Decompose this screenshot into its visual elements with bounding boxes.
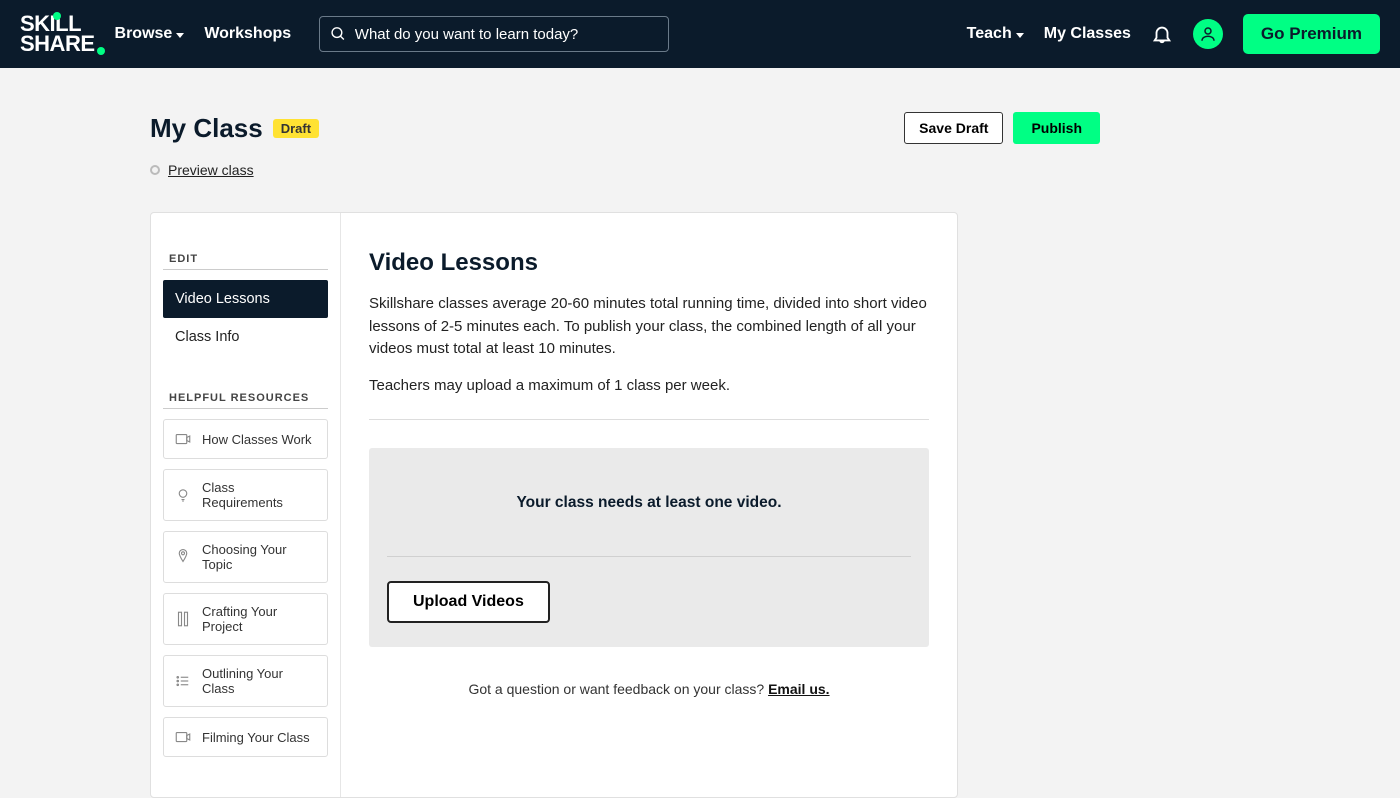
main-panel: EDIT Video Lessons Class Info HELPFUL RE… [150,212,958,798]
search-input[interactable] [355,26,658,43]
content-para-2: Teachers may upload a maximum of 1 class… [369,375,929,398]
upload-videos-button[interactable]: Upload Videos [387,581,550,623]
resource-class-requirements[interactable]: Class Requirements [163,469,328,521]
sidebar-heading-edit: EDIT [163,253,328,270]
chevron-down-icon [1016,33,1024,38]
content-para-1: Skillshare classes average 20-60 minutes… [369,293,929,361]
user-icon [1199,25,1217,43]
avatar[interactable] [1193,19,1223,49]
resource-label: Outlining Your Class [202,666,317,696]
resource-crafting-project[interactable]: Crafting Your Project [163,593,328,645]
page-title: My Class [150,113,263,144]
need-video-text: Your class needs at least one video. [387,494,911,512]
top-header: SKILLSHARE Browse Workshops Teach My Cla… [0,0,1400,68]
divider [387,556,911,557]
sidebar-item-video-lessons[interactable]: Video Lessons [163,280,328,318]
sidebar-heading-resources: HELPFUL RESOURCES [163,392,328,409]
nav-my-classes-label: My Classes [1044,25,1131,43]
ruler-icon [174,610,192,628]
eye-icon [150,165,160,175]
resource-outlining-class[interactable]: Outlining Your Class [163,655,328,707]
question-row: Got a question or want feedback on your … [369,681,929,697]
lightbulb-icon [174,486,192,504]
question-text: Got a question or want feedback on your … [468,681,768,697]
go-premium-button[interactable]: Go Premium [1243,14,1380,54]
resource-filming-class[interactable]: Filming Your Class [163,717,328,757]
save-draft-button[interactable]: Save Draft [904,112,1003,144]
camera-icon [174,728,192,746]
draft-badge: Draft [273,119,319,138]
resource-how-classes-work[interactable]: How Classes Work [163,419,328,459]
resource-label: How Classes Work [202,432,312,447]
notification-bell-icon[interactable] [1151,23,1173,45]
content-heading: Video Lessons [369,249,929,277]
resource-label: Class Requirements [202,480,317,510]
resource-label: Choosing Your Topic [202,542,317,572]
email-us-link[interactable]: Email us. [768,681,829,697]
sidebar-item-class-info[interactable]: Class Info [163,318,328,356]
search-box[interactable] [319,16,669,52]
title-row: My Class Draft Save Draft Publish [150,112,1250,144]
pin-icon [174,548,192,566]
preview-row: Preview class [150,162,1250,178]
content-area: Video Lessons Skillshare classes average… [341,213,957,797]
nav-my-classes[interactable]: My Classes [1044,25,1131,43]
resource-label: Filming Your Class [202,730,310,745]
divider [369,419,929,420]
resource-choosing-topic[interactable]: Choosing Your Topic [163,531,328,583]
upload-box: Your class needs at least one video. Upl… [369,448,929,647]
skillshare-logo[interactable]: SKILLSHARE [20,14,95,54]
nav-workshops[interactable]: Workshops [204,25,291,43]
list-icon [174,672,192,690]
preview-class-link[interactable]: Preview class [168,162,254,178]
nav-browse[interactable]: Browse [115,25,185,43]
resource-label: Crafting Your Project [202,604,317,634]
nav-browse-label: Browse [115,25,173,43]
chevron-down-icon [176,33,184,38]
nav-teach-label: Teach [967,25,1012,43]
nav-teach[interactable]: Teach [967,25,1024,43]
nav-workshops-label: Workshops [204,25,291,43]
edit-sidebar: EDIT Video Lessons Class Info HELPFUL RE… [151,213,341,797]
publish-button[interactable]: Publish [1013,112,1100,144]
video-icon [174,430,192,448]
search-icon [330,25,347,43]
